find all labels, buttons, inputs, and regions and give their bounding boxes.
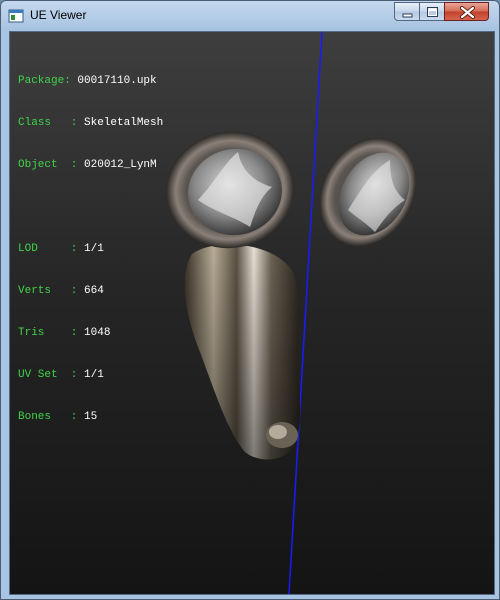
info-value: 1048 [84,327,111,339]
close-icon [460,6,475,19]
info-label: Package: [18,75,78,87]
info-row-verts: Verts : 664 [18,284,163,298]
info-row-lod: LOD : 1/1 [18,242,163,256]
info-row-object: Object : 020012_LynM [18,158,163,172]
mesh-disc-right [319,137,417,247]
info-label: LOD : [18,243,85,255]
3d-viewport[interactable]: Package: 00017110.upk Class : SkeletalMe… [9,31,495,595]
window-app-icon [8,9,24,23]
info-value: SkeletalMesh [84,117,164,129]
close-button[interactable] [444,2,489,21]
info-value: 1/1 [84,243,104,255]
info-row-package: Package: 00017110.upk [18,74,163,88]
app-window: UE Viewer Package: 00017110.upk Class: … [0,0,500,600]
title-bar[interactable]: UE Viewer [1,1,499,31]
info-label: Class : [18,117,85,129]
info-value: 00017110.upk [77,75,157,87]
info-row-tris: Tris : 1048 [18,326,163,340]
info-label: Bones : [18,411,85,423]
info-label: Verts : [18,285,85,297]
info-label: Object : [18,159,85,171]
mesh-info-overlay: Package: 00017110.upk Class : SkeletalMe… [18,46,163,452]
info-value: 1/1 [84,369,104,381]
minimize-button[interactable] [394,2,420,21]
mesh-disc-left [166,131,294,249]
maximize-icon [427,7,438,17]
info-row-bones: Bones : 15 [18,410,163,424]
info-value: 15 [84,411,98,423]
maximize-button[interactable] [419,2,445,21]
info-row-class: Class : SkeletalMesh [18,116,163,130]
info-label: UV Set : [18,369,85,381]
mesh-body-piece [184,244,300,460]
minimize-icon [402,13,413,18]
info-value: 020012_LynM [84,159,157,171]
info-value: 664 [84,285,104,297]
info-label: Tris : [18,327,85,339]
info-row-uvset: UV Set : 1/1 [18,368,163,382]
window-title: UE Viewer [30,8,87,22]
